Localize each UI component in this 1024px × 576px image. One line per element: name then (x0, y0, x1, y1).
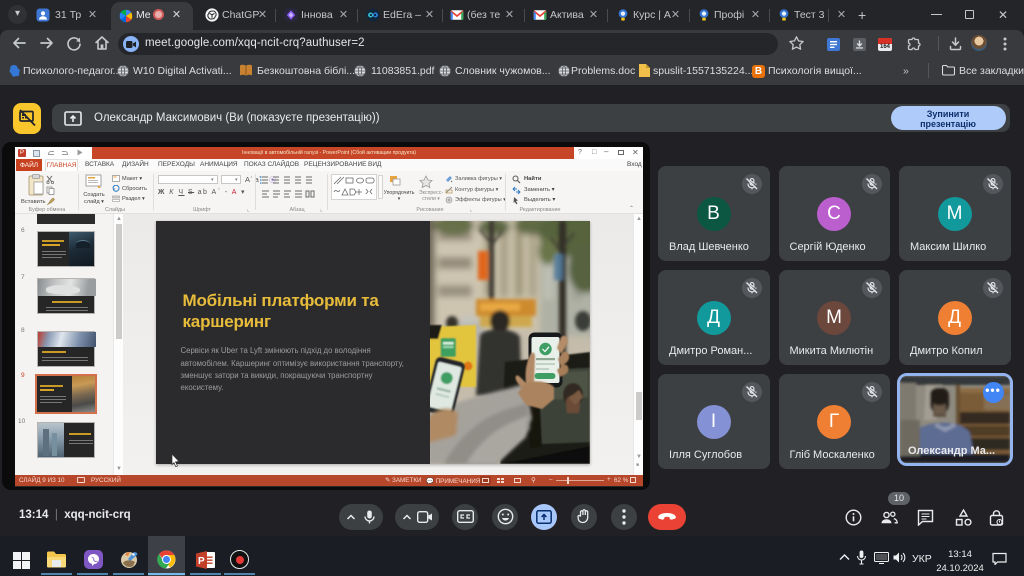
svg-text:P: P (198, 556, 205, 567)
